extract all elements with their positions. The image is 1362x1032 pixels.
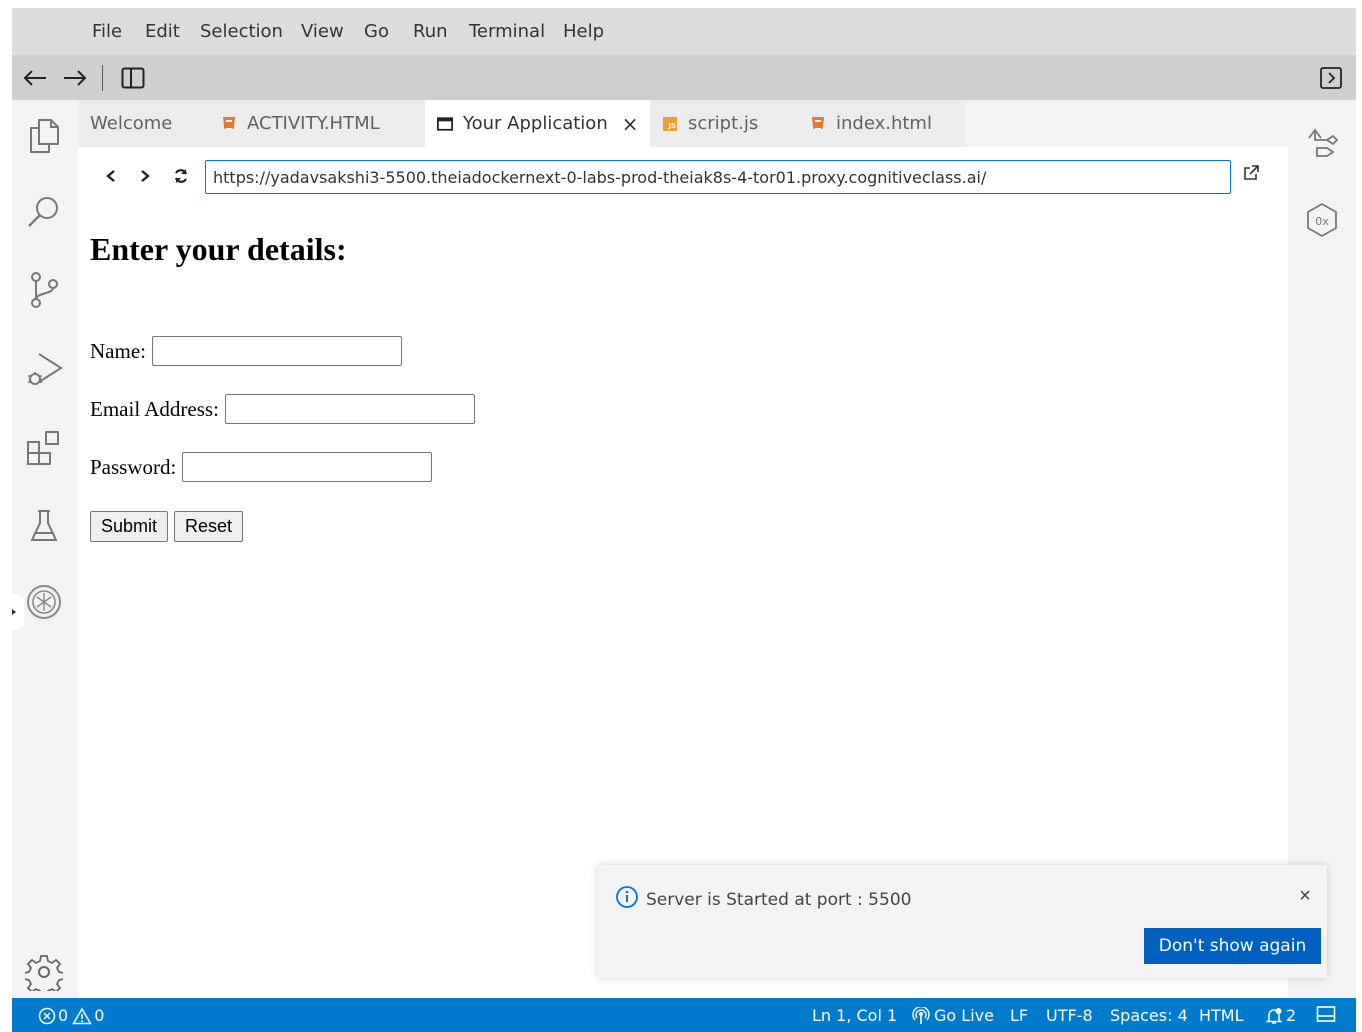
menu-selection[interactable]: Selection	[200, 21, 283, 42]
go-live-button[interactable]: Go Live	[912, 1006, 994, 1025]
sidebar-expand-handle[interactable]	[6, 594, 24, 630]
ide-window: File Edit Selection View Go Run Terminal…	[6, 8, 1356, 1032]
email-input[interactable]	[224, 394, 475, 424]
toggle-right-panel-icon[interactable]	[1316, 63, 1346, 93]
name-input[interactable]	[151, 336, 402, 366]
bell-icon	[1265, 1007, 1283, 1024]
form-buttons: Submit Reset	[90, 511, 244, 542]
html5-icon	[221, 116, 237, 132]
reset-button[interactable]: Reset	[174, 511, 244, 542]
forward-arrow-icon[interactable]	[60, 63, 90, 93]
indentation[interactable]: Spaces: 4	[1110, 1006, 1188, 1025]
browser-forward-icon[interactable]	[134, 165, 156, 187]
go-live-label: Go Live	[934, 1006, 994, 1025]
memory-hex-icon[interactable]: 0x	[1300, 198, 1344, 242]
warning-count: 0	[94, 1006, 105, 1025]
info-icon	[615, 885, 639, 909]
tab-your-application[interactable]: Your Application ×	[425, 100, 650, 147]
password-row: Password:	[90, 452, 433, 482]
cursor-position[interactable]: Ln 1, Col 1	[812, 1006, 897, 1025]
warning-icon	[72, 1007, 92, 1024]
tab-label: Welcome	[90, 113, 173, 134]
tab-script-js[interactable]: JS script.js	[650, 100, 798, 147]
password-label: Password:	[90, 454, 177, 479]
testing-flask-icon[interactable]	[22, 504, 66, 548]
toggle-sidebar-icon[interactable]	[118, 63, 148, 93]
notification-count: 2	[1286, 1006, 1297, 1025]
dont-show-again-button[interactable]: Don't show again	[1144, 928, 1321, 964]
activity-bar	[6, 100, 78, 998]
encoding[interactable]: UTF-8	[1046, 1006, 1093, 1025]
menu-help[interactable]: Help	[563, 21, 604, 42]
menu-file[interactable]: File	[92, 21, 122, 42]
explorer-files-icon[interactable]	[22, 114, 66, 158]
password-input[interactable]	[182, 452, 433, 482]
broadcast-icon	[912, 1006, 930, 1024]
tab-label: ACTIVITY.HTML	[247, 113, 380, 134]
page-heading: Enter your details:	[90, 231, 347, 267]
submit-button[interactable]: Submit	[90, 511, 169, 542]
search-icon[interactable]	[22, 190, 66, 234]
browser-nav-bar	[78, 147, 1288, 207]
browser-window-icon	[437, 116, 453, 132]
menu-terminal[interactable]: Terminal	[469, 21, 545, 42]
notification-message: Server is Started at port : 5500	[646, 890, 912, 910]
problems-status[interactable]: 0 0	[38, 1006, 104, 1025]
toolbar	[12, 55, 1356, 100]
svg-text:0x: 0x	[1315, 215, 1329, 228]
notifications-status[interactable]: 2	[1265, 1006, 1296, 1025]
browser-url-input[interactable]	[205, 160, 1231, 194]
extensions-icon[interactable]	[22, 426, 66, 470]
email-row: Email Address:	[90, 394, 475, 424]
menu-edit[interactable]: Edit	[145, 21, 180, 42]
email-label: Email Address:	[90, 396, 219, 421]
end-of-line[interactable]: LF	[1010, 1006, 1028, 1025]
error-count: 0	[58, 1006, 69, 1025]
tab-label: script.js	[688, 113, 759, 134]
editor-tabs: Welcome ACTIVITY.HTML Your Application ×…	[78, 100, 1288, 147]
name-label: Name:	[90, 338, 146, 363]
browser-refresh-icon[interactable]	[170, 165, 192, 187]
toolbar-divider	[102, 65, 103, 91]
settings-gear-icon[interactable]	[22, 950, 66, 994]
name-row: Name:	[90, 336, 402, 366]
open-external-icon[interactable]	[1243, 165, 1265, 187]
tab-activity-html[interactable]: ACTIVITY.HTML	[209, 100, 425, 147]
menu-run[interactable]: Run	[413, 21, 448, 42]
language-mode[interactable]: HTML	[1199, 1006, 1244, 1025]
outline-hierarchy-icon[interactable]	[1300, 120, 1344, 164]
html5-icon	[810, 116, 826, 132]
tab-index-html[interactable]: index.html	[798, 100, 966, 147]
tab-label: index.html	[836, 113, 932, 134]
menu-view[interactable]: View	[301, 21, 344, 42]
browser-back-icon[interactable]	[100, 165, 122, 187]
js-file-icon: JS	[662, 116, 678, 132]
close-icon[interactable]: ×	[622, 112, 639, 136]
back-arrow-icon[interactable]	[20, 63, 50, 93]
menu-go[interactable]: Go	[364, 21, 389, 42]
panel-layout-icon[interactable]	[1316, 1005, 1336, 1023]
tab-label: Your Application	[463, 113, 608, 134]
skills-network-logo-icon[interactable]	[22, 580, 66, 624]
status-bar: 0 0 Ln 1, Col 1 Go Live LF UTF-8 Spaces:…	[12, 998, 1356, 1032]
source-control-icon[interactable]	[22, 268, 66, 312]
right-side-bar: 0x	[1288, 100, 1356, 998]
menu-bar: File Edit Selection View Go Run Terminal…	[12, 8, 1356, 55]
run-debug-icon[interactable]	[22, 346, 66, 390]
tab-welcome[interactable]: Welcome	[78, 100, 209, 147]
error-icon	[38, 1007, 56, 1024]
close-icon[interactable]: ×	[1293, 884, 1317, 908]
notification-toast: Server is Started at port : 5500 × Don't…	[598, 865, 1327, 978]
